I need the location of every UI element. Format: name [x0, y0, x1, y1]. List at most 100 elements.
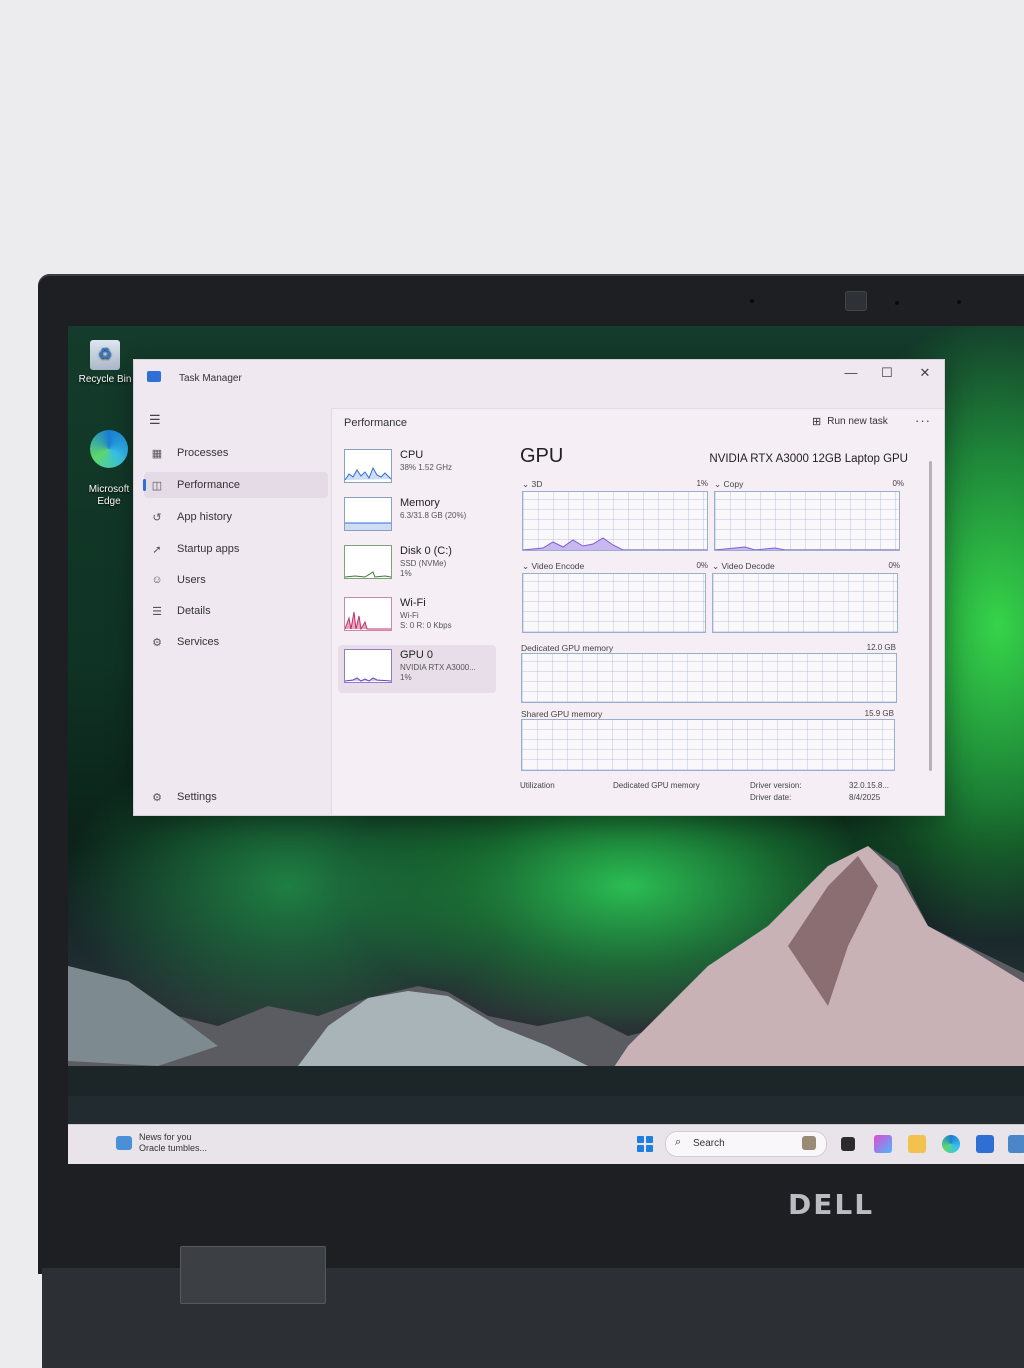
sidebar-item-settings[interactable]: ⚙ Settings — [144, 784, 328, 810]
processes-icon: ▦ — [151, 447, 163, 460]
tile-sub: NVIDIA RTX A3000... 1% — [400, 663, 476, 683]
driver-date-label: Driver date: — [750, 793, 792, 802]
dedicated-memory-stat-label: Dedicated GPU memory — [613, 781, 700, 790]
sidebar-item-label: Startup apps — [177, 543, 240, 555]
taskbar-search[interactable]: ⌕ Search — [665, 1131, 827, 1157]
users-icon: ☺ — [151, 574, 163, 586]
tile-name: Wi-Fi — [400, 597, 426, 609]
tile-sub: Wi-Fi S: 0 R: 0 Kbps — [400, 611, 452, 631]
desktop-icon-label: Recycle Bin — [78, 374, 132, 385]
engine-copy-label[interactable]: ⌄ Copy — [714, 479, 743, 490]
sidebar-item-label: Processes — [177, 447, 229, 459]
page-title: Performance — [344, 417, 407, 429]
sidebar-item-app-history[interactable]: ↺ App history — [144, 504, 328, 530]
utilization-label: Utilization — [520, 781, 555, 790]
edge-taskbar-icon[interactable] — [942, 1135, 960, 1153]
engine-video-decode-value: 0% — [888, 561, 900, 570]
sidebar-item-users[interactable]: ☺ Users — [144, 567, 328, 593]
driver-version-value: 32.0.15.8... — [849, 781, 890, 790]
start-button[interactable] — [637, 1136, 653, 1152]
store-icon[interactable] — [976, 1135, 994, 1153]
close-button[interactable]: ✕ — [910, 365, 940, 381]
run-new-task-button[interactable]: ⊞ Run new task — [812, 415, 888, 428]
engine-video-encode-value: 0% — [696, 561, 708, 570]
copilot-icon[interactable] — [874, 1135, 892, 1153]
tile-name: GPU 0 — [400, 649, 434, 661]
news-title: News for you — [139, 1132, 192, 1142]
engine-video-decode-label[interactable]: ⌄ Video Decode — [712, 561, 775, 572]
news-widget[interactable]: News for you Oracle tumbles... — [139, 1132, 207, 1154]
laptop-hinge — [180, 1246, 326, 1304]
engine-copy-value: 0% — [892, 479, 904, 488]
driver-date-value: 8/4/2025 — [849, 793, 881, 802]
sidebar-item-label: Performance — [177, 479, 240, 491]
gpu-sparkline — [344, 649, 392, 683]
gpu-detail: GPU NVIDIA RTX A3000 12GB Laptop GPU ⌄ 3… — [518, 445, 908, 815]
tile-name: Memory — [400, 497, 440, 509]
tile-sub: 6.3/31.8 GB (20%) — [400, 511, 467, 520]
driver-version-label: Driver version: — [750, 781, 802, 790]
tile-sub-line: Wi-Fi — [400, 611, 419, 620]
dedicated-memory-value: 12.0 GB — [866, 643, 896, 652]
dell-logo: DELL — [788, 1188, 875, 1221]
tile-cpu[interactable]: CPU 38% 1.52 GHz — [338, 445, 496, 493]
file-explorer-icon[interactable] — [908, 1135, 926, 1153]
run-new-task-label: Run new task — [827, 416, 888, 427]
maximize-button[interactable]: ☐ — [872, 365, 902, 381]
task-view-icon[interactable] — [841, 1137, 855, 1151]
graph-3d — [522, 491, 708, 551]
search-placeholder: Search — [693, 1138, 725, 1149]
dedicated-memory-label: Dedicated GPU memory — [521, 643, 614, 653]
desktop-icon-recycle-bin[interactable]: ♻ Recycle Bin — [70, 340, 140, 386]
cpu-sparkline — [344, 449, 392, 483]
tile-gpu[interactable]: GPU 0 NVIDIA RTX A3000... 1% — [338, 645, 496, 693]
scrollbar[interactable] — [929, 461, 932, 771]
wifi-sparkline — [344, 597, 392, 631]
task-manager-taskbar-icon[interactable] — [1008, 1135, 1024, 1153]
graph-video-decode — [712, 573, 898, 633]
details-icon: ☰ — [152, 605, 162, 618]
webcam — [845, 291, 867, 311]
graph-shared-memory — [521, 719, 895, 771]
recycle-bin-icon: ♻ — [90, 340, 120, 370]
sidebar-item-label: App history — [177, 511, 233, 523]
tile-memory[interactable]: Memory 6.3/31.8 GB (20%) — [338, 493, 496, 541]
minimize-button[interactable]: — — [836, 365, 866, 380]
sidebar-item-startup-apps[interactable]: ➚ Startup apps — [144, 536, 328, 562]
services-icon: ⚙ — [152, 636, 162, 649]
sidebar-item-performance[interactable]: ◫ Performance — [143, 472, 328, 498]
shared-memory-value: 15.9 GB — [864, 709, 894, 718]
performance-panel: Performance ⊞ Run new task ··· CPU 38% 1… — [331, 408, 944, 815]
shared-memory-label: Shared GPU memory — [521, 709, 603, 719]
tile-sub: SSD (NVMe) 1% — [400, 559, 446, 579]
tile-disk[interactable]: Disk 0 (C:) SSD (NVMe) 1% — [338, 541, 496, 589]
task-manager-icon — [147, 371, 161, 382]
disk-sparkline — [344, 545, 392, 579]
sidebar-item-label: Services — [177, 636, 220, 648]
tile-sub-line: 1% — [400, 569, 412, 578]
sidebar-item-services[interactable]: ⚙ Services — [144, 629, 328, 655]
sidebar-item-label: Users — [177, 574, 206, 586]
sensor-dot — [957, 300, 961, 304]
startup-apps-icon: ➚ — [152, 543, 162, 556]
tile-wifi[interactable]: Wi-Fi Wi-Fi S: 0 R: 0 Kbps — [338, 593, 496, 641]
tile-sub: 38% 1.52 GHz — [400, 463, 453, 472]
engine-3d-label[interactable]: ⌄ 3D — [522, 479, 542, 490]
resource-tiles: CPU 38% 1.52 GHz Memory 6.3/31.8 GB (20%… — [338, 445, 498, 815]
engine-video-encode-label[interactable]: ⌄ Video Encode — [522, 561, 584, 572]
gpu-model: NVIDIA RTX A3000 12GB Laptop GPU — [709, 453, 908, 465]
sidebar-item-details[interactable]: ☰ Details — [144, 598, 328, 624]
search-icon: ⌕ — [675, 1136, 682, 1148]
sidebar-item-label: Details — [177, 605, 211, 617]
sidebar-item-processes[interactable]: ▦ Processes — [144, 440, 328, 466]
window-title: Task Manager — [179, 373, 242, 384]
tile-sub-line: SSD (NVMe) — [400, 559, 447, 568]
news-widget-icon[interactable] — [116, 1136, 132, 1150]
sensor-dot — [895, 301, 899, 305]
title-bar[interactable]: Task Manager — ☐ ✕ — [134, 360, 944, 396]
more-options-button[interactable]: ··· — [915, 413, 931, 428]
tile-sub-line: NVIDIA RTX A3000... — [400, 663, 476, 672]
news-subtitle: Oracle tumbles... — [139, 1143, 208, 1153]
sidebar-nav: ▦ Processes ◫ Performance ↺ App history ➚ St… — [134, 400, 330, 815]
graph-dedicated-memory — [521, 653, 897, 703]
